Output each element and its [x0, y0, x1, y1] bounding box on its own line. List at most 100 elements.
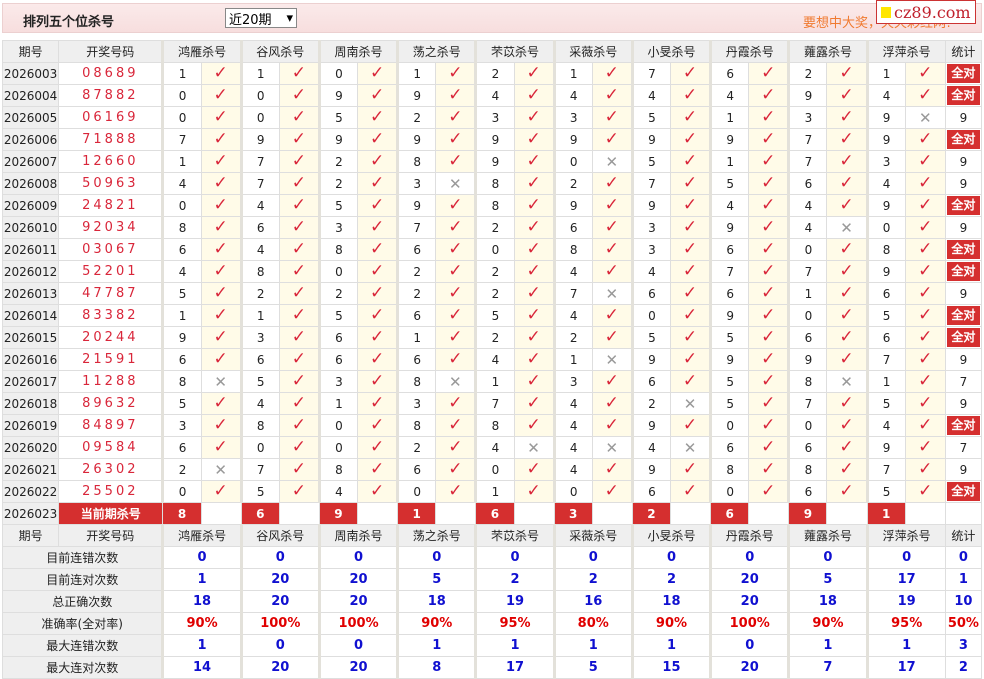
- column-header-expert[interactable]: 蕹露杀号: [787, 40, 868, 63]
- kill-number-cell: 7: [865, 458, 906, 481]
- check-icon: ✓: [213, 173, 228, 193]
- empty-cell: [669, 502, 712, 525]
- result-cell: ✓: [904, 260, 946, 283]
- result-cell: ✓: [669, 480, 712, 503]
- result-cell: ✓: [278, 282, 320, 305]
- column-header-expert[interactable]: 荡之杀号: [396, 40, 477, 63]
- issue-cell: 2026015: [1, 326, 60, 349]
- stat-cell: 全对: [944, 238, 983, 261]
- result-cell: ✓: [591, 216, 633, 239]
- kill-number-cell: 6: [239, 348, 280, 371]
- all-correct-badge: 全对: [946, 86, 980, 105]
- check-icon: ✓: [918, 481, 933, 501]
- stats-value: 20: [317, 590, 399, 613]
- column-header-expert[interactable]: 丹霞杀号: [709, 40, 790, 63]
- kill-number-cell: 2: [317, 282, 359, 305]
- column-header-expert[interactable]: 周南杀号: [317, 40, 399, 63]
- table-row: 2026012 52201 4 ✓ 8 ✓ 0 ✓ 2 ✓ 2 ✓ 4 ✓ 4 ✓ 7 ✓ 7 ✓ 9 ✓ 全对: [1, 260, 983, 283]
- check-icon: ✓: [213, 107, 228, 127]
- column-header-expert[interactable]: 荡之杀号: [396, 524, 477, 547]
- result-cell: ✓: [357, 260, 399, 283]
- column-header-expert[interactable]: 采薇杀号: [552, 524, 633, 547]
- column-header-expert[interactable]: 丹霞杀号: [709, 524, 790, 547]
- stats-row: 目前连对次数 1 20 20 5 2 2 2 20 5 17 1: [1, 568, 983, 591]
- column-header-expert[interactable]: 谷风杀号: [239, 40, 320, 63]
- stats-value: 0: [317, 546, 399, 569]
- stats-row: 准确率(全对率) 90% 100% 100% 90% 95% 80% 90% 100% 90% 95…: [1, 612, 983, 635]
- check-icon: ✓: [448, 195, 463, 215]
- cross-icon: ✕: [840, 372, 853, 391]
- kill-number-cell: 9: [396, 194, 437, 217]
- check-icon: ✓: [526, 415, 541, 435]
- stats-value: 1: [161, 568, 242, 591]
- result-cell: ✓: [278, 392, 320, 415]
- kill-number-cell: 5: [709, 370, 750, 393]
- stats-value: 20: [317, 656, 399, 679]
- result-cell: ✓: [435, 414, 477, 437]
- result-cell: ✓: [513, 84, 555, 107]
- kill-number-cell: 6: [630, 370, 671, 393]
- kill-number-cell: 4: [552, 304, 593, 327]
- column-header-expert[interactable]: 小旻杀号: [630, 40, 712, 63]
- kill-number-cell: 9: [396, 84, 437, 107]
- result-cell: ✓: [357, 414, 399, 437]
- result-cell: ✓: [357, 150, 399, 173]
- kill-number-cell: 0: [317, 414, 359, 437]
- stat-cell: 全对: [944, 326, 983, 349]
- site-logo[interactable]: cz89.com: [876, 0, 976, 24]
- result-cell: ✕: [200, 458, 242, 481]
- column-header-expert[interactable]: 浮萍杀号: [865, 524, 946, 547]
- kill-number-cell: 4: [709, 84, 750, 107]
- check-icon: ✓: [604, 305, 619, 325]
- issue-cell: 2026004: [1, 84, 60, 107]
- column-header-expert[interactable]: 蕹露杀号: [787, 524, 868, 547]
- kill-number-cell: 0: [239, 84, 280, 107]
- kill-number-cell: 1: [865, 370, 906, 393]
- check-icon: ✓: [918, 151, 933, 171]
- stats-row: 目前连错次数 0 0 0 0 0 0 0 0 0 0 0: [1, 546, 983, 569]
- result-cell: ✓: [904, 238, 946, 261]
- check-icon: ✓: [761, 371, 776, 391]
- table-row: 2026020 09584 6 ✓ 0 ✓ 0 ✓ 2 ✓ 4 ✕ 4 ✕ 4 ✕ 6 ✓ 6 ✓ 9 ✓ 7: [1, 436, 983, 459]
- result-cell: ✓: [591, 194, 633, 217]
- stats-value: 17: [865, 656, 946, 679]
- kill-number-cell: 8: [161, 216, 202, 239]
- result-cell: ✓: [200, 128, 242, 151]
- column-header-expert[interactable]: 鸿雁杀号: [161, 524, 242, 547]
- column-header-expert[interactable]: 浮萍杀号: [865, 40, 946, 63]
- kill-number-cell: 0: [552, 480, 593, 503]
- stats-value: 100%: [709, 612, 790, 635]
- column-header-expert[interactable]: 鸿雁杀号: [161, 40, 242, 63]
- check-icon: ✓: [448, 85, 463, 105]
- column-header-expert[interactable]: 采薇杀号: [552, 40, 633, 63]
- kill-number-cell: 4: [865, 172, 906, 195]
- column-header-expert[interactable]: 芣苡杀号: [474, 524, 555, 547]
- check-icon: ✓: [761, 129, 776, 149]
- result-cell: ✓: [278, 304, 320, 327]
- period-select[interactable]: 近20期 ▾: [225, 8, 297, 28]
- check-icon: ✓: [448, 327, 463, 347]
- stats-value: 18: [630, 590, 712, 613]
- result-cell: ✓: [435, 216, 477, 239]
- column-header-expert[interactable]: 谷风杀号: [239, 524, 320, 547]
- column-header-stat: 统计: [944, 524, 983, 547]
- kill-number-cell: 9: [396, 128, 437, 151]
- kill-number-cell: 9: [709, 128, 750, 151]
- result-cell: ✓: [669, 304, 712, 327]
- check-icon: ✓: [369, 63, 385, 83]
- result-cell: ✓: [748, 436, 790, 459]
- column-header-expert[interactable]: 芣苡杀号: [474, 40, 555, 63]
- issue-cell: 2026022: [1, 480, 60, 503]
- kill-number-cell: 5: [709, 326, 750, 349]
- check-icon: ✓: [604, 63, 619, 83]
- check-icon: ✓: [604, 415, 619, 435]
- stats-row: 最大连错次数 1 0 0 1 1 1 1 0 1 1 3: [1, 634, 983, 657]
- column-header-expert[interactable]: 周南杀号: [317, 524, 399, 547]
- kill-number-cell: 5: [630, 326, 671, 349]
- check-icon: ✓: [291, 437, 306, 457]
- column-header-expert[interactable]: 小旻杀号: [630, 524, 712, 547]
- check-icon: ✓: [918, 173, 933, 193]
- result-cell: ✓: [357, 348, 399, 371]
- check-icon: ✓: [213, 305, 228, 325]
- kill-number-cell: 2: [239, 282, 280, 305]
